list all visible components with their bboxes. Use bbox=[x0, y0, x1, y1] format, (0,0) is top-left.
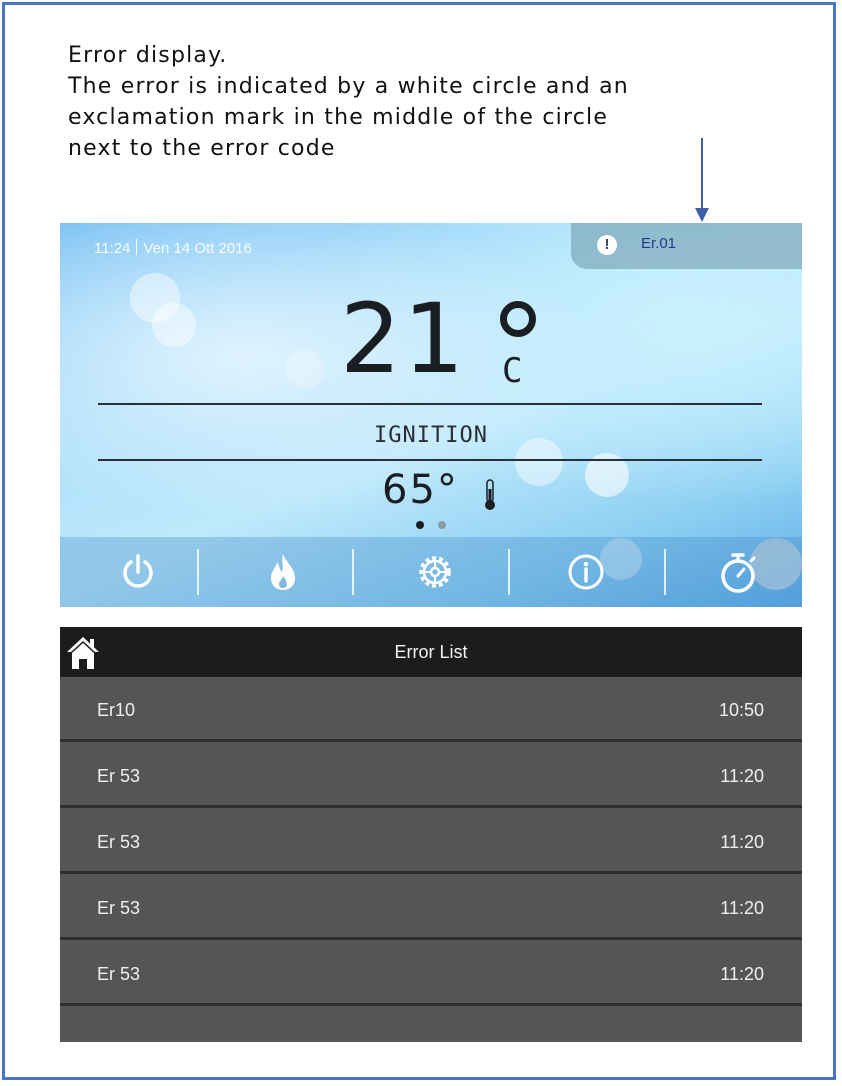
info-icon bbox=[568, 554, 604, 590]
mode-status: IGNITION bbox=[374, 423, 488, 448]
divider bbox=[98, 403, 762, 405]
pointer-arrow-icon bbox=[695, 138, 709, 222]
page-indicator bbox=[438, 521, 446, 529]
error-badge[interactable]: ! Er.01 bbox=[571, 223, 802, 269]
caption-line: Error display. bbox=[68, 43, 228, 68]
caption: Error display. The error is indicated by… bbox=[68, 40, 768, 164]
error-row[interactable]: Er 53 11:20 bbox=[60, 942, 802, 1006]
error-alert-icon: ! bbox=[597, 235, 617, 255]
flame-icon bbox=[271, 554, 295, 590]
error-list-panel: Error List Er10 10:50 Er 53 11:20 Er 53 … bbox=[60, 627, 802, 1042]
timer-button[interactable] bbox=[660, 537, 802, 607]
thermometer-icon bbox=[485, 479, 495, 510]
stopwatch-icon bbox=[721, 553, 756, 593]
water-temperature: 65° bbox=[382, 467, 459, 513]
error-row[interactable]: Er 53 11:20 bbox=[60, 876, 802, 940]
error-row-code: Er 53 bbox=[97, 964, 141, 984]
error-row-code: Er 53 bbox=[97, 898, 141, 918]
info-button[interactable] bbox=[508, 537, 664, 607]
flame-button[interactable] bbox=[205, 537, 361, 607]
error-row-time: 10:50 bbox=[718, 700, 764, 720]
caption-line: exclamation mark in the middle of the ci… bbox=[68, 105, 609, 130]
gear-icon bbox=[419, 556, 451, 588]
power-button[interactable] bbox=[60, 537, 216, 607]
status-datetime: 11:24 Ven 14 Ott 2016 bbox=[94, 239, 252, 257]
bottom-nav bbox=[60, 537, 802, 607]
power-icon bbox=[123, 554, 153, 588]
caption-line: next to the error code bbox=[68, 136, 336, 161]
degree-symbol bbox=[500, 301, 536, 337]
settings-button[interactable] bbox=[357, 537, 513, 607]
nav-divider bbox=[352, 549, 354, 595]
error-row-code: Er 53 bbox=[97, 766, 141, 786]
clock-time: 11:24 bbox=[94, 240, 131, 257]
error-list-header: Error List bbox=[60, 627, 802, 677]
error-row-time: 11:20 bbox=[720, 832, 764, 852]
error-code: Er.01 bbox=[641, 235, 677, 252]
error-row-time: 11:20 bbox=[720, 898, 764, 918]
error-row-code: Er 53 bbox=[97, 832, 141, 852]
date-label: Ven 14 Ott 2016 bbox=[143, 240, 252, 257]
page-indicator-active bbox=[416, 521, 424, 529]
room-temperature: 21 bbox=[340, 283, 467, 395]
error-row[interactable]: Er 53 11:20 bbox=[60, 744, 802, 808]
error-row[interactable]: Er 53 11:20 bbox=[60, 810, 802, 874]
caption-line: The error is indicated by a white circle… bbox=[68, 74, 629, 99]
error-row[interactable]: Er10 10:50 bbox=[60, 678, 802, 742]
error-row-time: 11:20 bbox=[720, 766, 764, 786]
nav-divider bbox=[197, 549, 199, 595]
thermostat-screen: 11:24 Ven 14 Ott 2016 ! Er.01 21 C IGNITI… bbox=[60, 223, 802, 607]
error-row-time: 11:20 bbox=[720, 964, 764, 984]
error-list-title: Error List bbox=[394, 642, 468, 662]
error-row-code: Er10 bbox=[97, 700, 136, 720]
divider bbox=[98, 459, 762, 461]
temperature-unit: C bbox=[502, 351, 523, 391]
